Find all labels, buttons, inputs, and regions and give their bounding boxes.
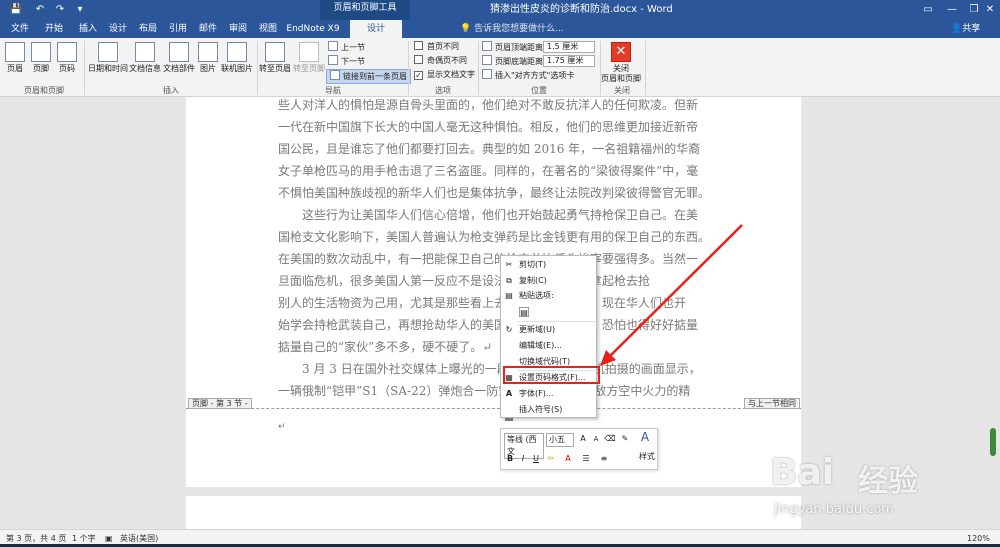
format-painter-icon[interactable]: ✎	[619, 433, 631, 445]
watermark-brand-cn: 经验	[858, 464, 918, 499]
styles-label: 样式	[639, 452, 655, 461]
grow-font-button[interactable]: A	[577, 433, 589, 445]
numbering-icon[interactable]: ≡	[597, 453, 611, 465]
italic-button[interactable]: I	[517, 453, 529, 465]
word-window: 💾 ↶ ↷ ▾ 猜渗出性皮炎的诊断和防治.docx - Word ▭ — ❐ ✕…	[0, 0, 1000, 547]
watermark-brand: Bai	[770, 452, 835, 493]
vertical-scrollbar-thumb[interactable]	[990, 428, 996, 456]
baidu-jingyan-watermark: Bai 经验 jingyan.baidu.com	[770, 452, 990, 532]
shrink-font-button[interactable]: A	[590, 433, 602, 445]
highlight-color-icon[interactable]: ✏	[544, 453, 558, 465]
styles-icon[interactable]: A	[634, 431, 656, 443]
clear-format-icon[interactable]: ⌫	[604, 433, 616, 445]
bold-button[interactable]: B	[504, 453, 516, 465]
underline-button[interactable]: U	[530, 453, 542, 465]
mini-toolbar: 等线 (西文 小五 A A ⌫ ✎ A B I U ✏ A ☰ ≡ 样式	[500, 428, 658, 470]
font-size-select[interactable]: 小五	[546, 433, 574, 447]
font-color-icon[interactable]: A	[561, 453, 575, 465]
watermark-url: jingyan.baidu.com	[774, 502, 894, 517]
bullets-icon[interactable]: ☰	[579, 453, 593, 465]
